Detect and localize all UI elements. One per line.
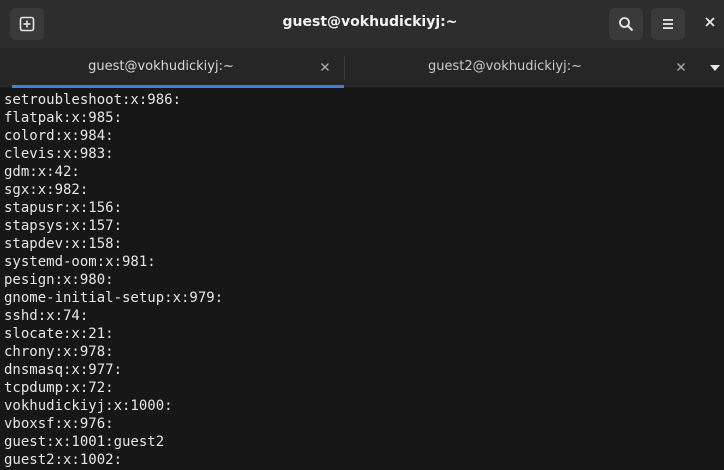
terminal-window: guest@vokhudickiyj:~ guest@vokhudickiyj:… [0, 0, 724, 470]
close-window-button[interactable] [700, 14, 720, 34]
terminal-line: pesign:x:980: [4, 272, 114, 288]
tab-label: guest@vokhudickiyj:~ [88, 59, 234, 74]
terminal-output[interactable]: setroubleshoot:x:986: flatpak:x:985: col… [0, 88, 724, 470]
hamburger-menu-icon [661, 17, 675, 31]
terminal-line: vboxsf:x:976: [4, 416, 114, 432]
tab-close-icon[interactable] [674, 60, 688, 74]
terminal-line: colord:x:984: [4, 128, 114, 144]
terminal-line: gdm:x:42: [4, 164, 80, 180]
terminal-line: sgx:x:982: [4, 182, 89, 198]
terminal-line: stapusr:x:156: [4, 200, 123, 216]
menu-button[interactable] [651, 8, 685, 40]
terminal-lines: setroubleshoot:x:986: flatpak:x:985: col… [0, 88, 724, 469]
chevron-down-icon [709, 59, 721, 77]
terminal-line: clevis:x:983: [4, 146, 114, 162]
tab-bar: guest@vokhudickiyj:~ guest2@vokhudickiyj… [0, 48, 724, 88]
terminal-line: systemd-oom:x:981: [4, 254, 156, 270]
tab-guest2[interactable]: guest2@vokhudickiyj:~ [344, 48, 700, 88]
terminal-line: gnome-initial-setup:x:979: [4, 290, 224, 306]
terminal-line: guest2:x:1002: [4, 452, 123, 468]
new-tab-icon [19, 16, 35, 32]
terminal-line: chrony:x:978: [4, 344, 114, 360]
terminal-line: vokhudickiyj:x:1000: [4, 398, 173, 414]
window-title: guest@vokhudickiyj:~ [282, 14, 458, 30]
terminal-line: dnsmasq:x:977: [4, 362, 123, 378]
terminal-line: guest:x:1001:guest2 [4, 434, 165, 450]
tab-label: guest2@vokhudickiyj:~ [427, 59, 582, 74]
terminal-line: sshd:x:74: [4, 308, 89, 324]
terminal-line: stapsys:x:157: [4, 218, 123, 234]
terminal-line: slocate:x:21: [4, 326, 114, 342]
tab-close-icon[interactable] [318, 60, 332, 74]
header-bar: guest@vokhudickiyj:~ [0, 0, 724, 48]
terminal-line: flatpak:x:985: [4, 110, 123, 126]
tab-overflow-dropdown[interactable] [708, 62, 722, 74]
search-icon [618, 16, 634, 32]
terminal-line: tcpdump:x:72: [4, 380, 114, 396]
tab-guest[interactable]: guest@vokhudickiyj:~ [12, 48, 344, 88]
new-tab-button[interactable] [10, 8, 44, 40]
terminal-line: setroubleshoot:x:986: [4, 92, 182, 108]
close-icon [704, 15, 716, 33]
search-button[interactable] [609, 8, 643, 40]
terminal-line: stapdev:x:158: [4, 236, 123, 252]
